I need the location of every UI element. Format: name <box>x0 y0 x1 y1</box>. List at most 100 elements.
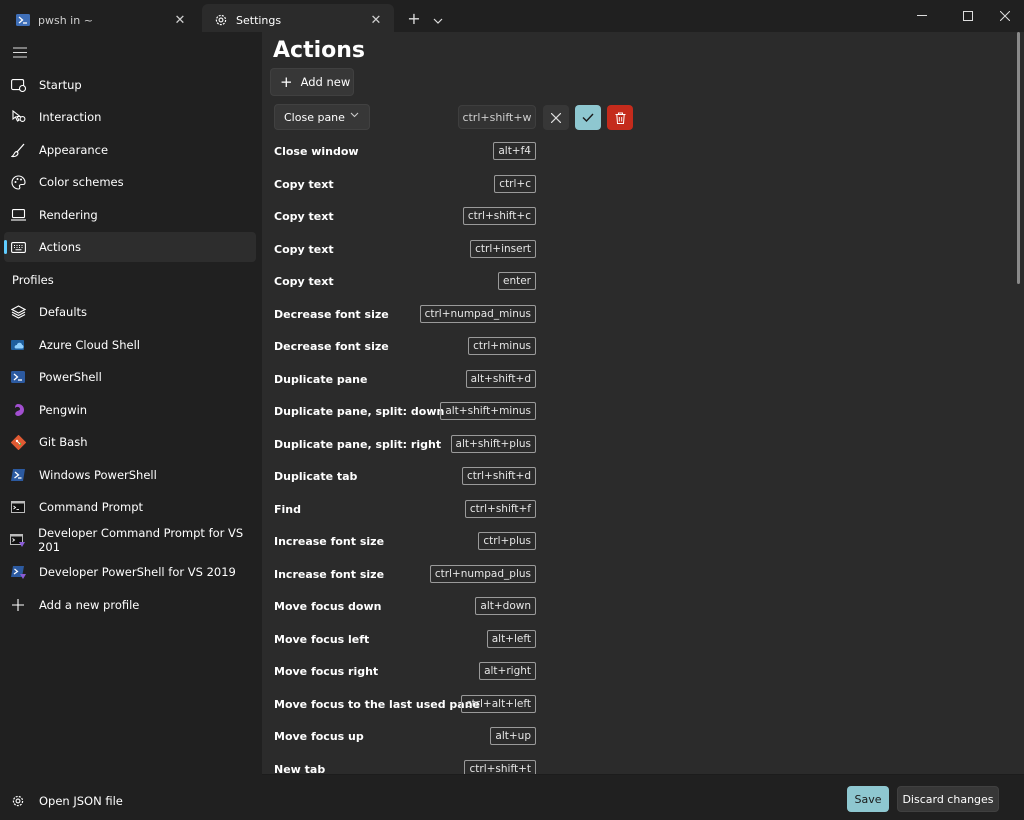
sidebar-item-label: Windows PowerShell <box>39 468 157 482</box>
add-new-button[interactable]: + Add new <box>270 68 354 96</box>
vs-cmd-icon <box>10 532 26 548</box>
action-row[interactable]: Duplicate pane alt+shift+d <box>274 369 536 391</box>
action-row[interactable]: Decrease font size ctrl+numpad_minus <box>274 304 536 326</box>
action-row[interactable]: Move focus up alt+up <box>274 726 536 748</box>
sidebar-item-label: Pengwin <box>39 403 88 417</box>
close-icon <box>551 112 561 123</box>
pengwin-icon <box>10 402 26 418</box>
sidebar-item-defaults[interactable]: Defaults <box>4 297 256 327</box>
cancel-edit-button[interactable] <box>543 105 569 130</box>
action-row[interactable]: Copy text ctrl+c <box>274 174 536 196</box>
action-row[interactable]: Move focus down alt+down <box>274 596 536 618</box>
close-tab-icon[interactable]: ✕ <box>172 12 188 28</box>
sidebar-item-developer-powershell[interactable]: Developer PowerShell for VS 2019 <box>4 557 256 587</box>
action-row[interactable]: Duplicate pane, split: right alt+shift+pl… <box>274 434 536 456</box>
sidebar-item-label: Appearance <box>39 143 109 157</box>
hamburger-menu-button[interactable] <box>10 42 30 62</box>
action-row[interactable]: Increase font size ctrl+plus <box>274 531 536 553</box>
sidebar-item-color-schemes[interactable]: Color schemes <box>4 167 256 197</box>
new-tab-button[interactable]: + <box>404 9 424 29</box>
maximize-icon <box>963 11 973 21</box>
action-row[interactable]: Copy text ctrl+shift+c <box>274 206 536 228</box>
delete-action-button[interactable] <box>607 105 633 130</box>
keybinding-chip[interactable]: ctrl+alt+left <box>460 694 536 713</box>
footer-bar: Save Discard changes <box>262 774 1024 820</box>
sidebar-item-label: Add a new profile <box>39 598 140 612</box>
azure-icon <box>10 337 26 353</box>
action-row[interactable]: Move focus to the last used pane ctrl+alt… <box>274 694 536 716</box>
sidebar-item-label: Developer PowerShell for VS 2019 <box>39 565 236 579</box>
action-name: Move focus left <box>274 632 370 646</box>
keybinding-chip[interactable]: ctrl+numpad_minus <box>419 304 536 323</box>
keybinding-chip[interactable]: ctrl+minus <box>468 337 536 355</box>
minimize-button[interactable] <box>899 0 945 32</box>
plus-icon <box>10 597 26 613</box>
chevron-down-icon <box>350 111 359 121</box>
keybinding-chip[interactable]: alt+right <box>479 662 536 680</box>
action-name: Copy text <box>274 177 334 191</box>
sidebar-item-actions[interactable]: Actions <box>4 232 256 262</box>
accept-edit-button[interactable] <box>575 105 601 130</box>
keybinding-chip[interactable]: alt+left <box>486 629 536 648</box>
sidebar-item-developer-command-prompt[interactable]: Developer Command Prompt for VS 201 <box>4 525 256 555</box>
action-name: Move focus right <box>274 665 379 678</box>
keybinding-chip[interactable]: ctrl+shift+f <box>464 499 536 518</box>
keybinding-input[interactable]: ctrl+shift+w <box>458 105 536 129</box>
action-row[interactable]: Duplicate tab ctrl+shift+d <box>274 466 536 488</box>
keybinding-chip[interactable]: alt+shift+minus <box>440 402 536 420</box>
action-row[interactable]: Move focus left alt+left <box>274 629 536 651</box>
sidebar-item-git-bash[interactable]: Git Bash <box>4 427 256 457</box>
keybinding-chip[interactable]: ctrl+insert <box>470 239 536 258</box>
action-row[interactable]: Close window alt+f4 <box>274 141 536 163</box>
sidebar-item-pengwin[interactable]: Pengwin <box>4 395 256 425</box>
action-name: Increase font size <box>274 535 385 548</box>
action-row[interactable]: Copy text ctrl+insert <box>274 239 536 261</box>
keybinding-chip[interactable]: ctrl+numpad_plus <box>429 564 536 583</box>
keybinding-chip[interactable]: alt+up <box>490 727 536 745</box>
close-window-button[interactable] <box>982 0 1024 32</box>
startup-icon <box>10 77 26 93</box>
scrollbar[interactable] <box>1017 32 1020 284</box>
keybinding-chip[interactable]: alt+shift+d <box>465 369 536 388</box>
action-name: Copy text <box>274 210 334 223</box>
keybinding-chip[interactable]: ctrl+shift+c <box>462 207 536 225</box>
keybinding-chip[interactable]: ctrl+c <box>494 174 536 193</box>
action-row[interactable]: Copy text enter <box>274 271 536 293</box>
action-select-value: Close pane <box>284 110 345 124</box>
sidebar-item-add-new-profile[interactable]: Add a new profile <box>4 590 256 620</box>
sidebar-item-command-prompt[interactable]: Command Prompt <box>4 492 256 522</box>
action-row[interactable]: Decrease font size ctrl+minus <box>274 336 536 358</box>
actions-page: Actions + Add new Close pane ctrl+shift+… <box>262 32 1024 778</box>
keybinding-chip[interactable]: enter <box>497 272 536 290</box>
sidebar-item-azure-cloud-shell[interactable]: Azure Cloud Shell <box>4 330 256 360</box>
action-name: Copy text <box>274 275 334 288</box>
action-name: Move focus to the last used pane <box>274 697 481 711</box>
sidebar-item-startup[interactable]: Startup <box>4 70 256 100</box>
sidebar-item-rendering[interactable]: Rendering <box>4 200 256 230</box>
keyboard-icon <box>10 239 26 255</box>
save-button[interactable]: Save <box>847 786 889 812</box>
action-row[interactable]: Move focus right alt+right <box>274 661 536 683</box>
action-row[interactable]: Increase font size ctrl+numpad_plus <box>274 564 536 586</box>
sidebar-item-windows-powershell[interactable]: Windows PowerShell <box>4 460 256 490</box>
action-row[interactable]: Duplicate pane, split: down alt+shift+min… <box>274 401 536 423</box>
close-tab-icon[interactable]: ✕ <box>368 12 384 28</box>
tab-dropdown-button[interactable] <box>428 9 448 29</box>
keybinding-chip[interactable]: alt+f4 <box>493 142 536 160</box>
open-json-file-button[interactable]: Open JSON file <box>4 786 256 816</box>
sidebar-item-interaction[interactable]: Interaction <box>4 102 256 132</box>
close-icon <box>1000 11 1010 21</box>
sidebar-item-label: Startup <box>39 78 82 92</box>
sidebar-item-appearance[interactable]: Appearance <box>4 135 256 165</box>
discard-changes-button[interactable]: Discard changes <box>897 786 999 812</box>
powershell-icon <box>10 467 26 483</box>
keybinding-chip[interactable]: ctrl+plus <box>478 532 536 550</box>
keybinding-chip[interactable]: ctrl+shift+d <box>461 467 536 485</box>
keybinding-chip[interactable]: alt+down <box>475 597 536 615</box>
sidebar-item-powershell[interactable]: PowerShell <box>4 362 256 392</box>
action-row[interactable]: Find ctrl+shift+f <box>274 499 536 521</box>
keybinding-chip[interactable]: alt+shift+plus <box>450 434 536 453</box>
checkmark-icon <box>582 113 594 122</box>
action-select[interactable]: Close pane <box>274 104 370 130</box>
action-name: Find <box>274 502 301 516</box>
